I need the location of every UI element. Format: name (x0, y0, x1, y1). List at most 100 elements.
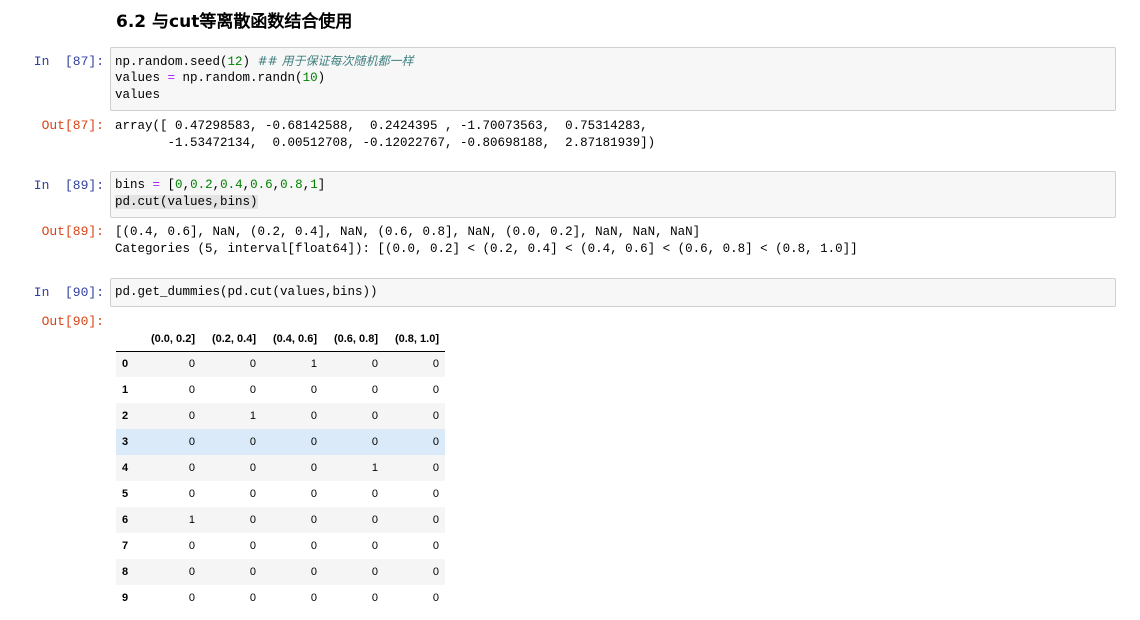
column-header: (0.2, 0.4] (201, 327, 262, 352)
output-line: -1.53472134, 0.00512708, -0.12022767, -0… (115, 136, 656, 150)
out-prompt-87: Out[87]: (41, 118, 104, 133)
table-cell: 1 (310, 358, 317, 371)
highlighted-code: pd.cut(values,bins) (115, 195, 258, 209)
number-token: 0.6 (250, 178, 273, 192)
output-line: [(0.4, 0.6], NaN, (0.2, 0.4], NaN, (0.6,… (115, 225, 701, 239)
table-cell: 0 (249, 358, 256, 371)
code-cell-87[interactable]: np.random.seed(12) ## 用于保证每次随机都一样 values… (110, 47, 1116, 111)
table-cell: 0 (188, 436, 195, 448)
code-token: ) (242, 55, 251, 69)
row-index: 2 (122, 410, 129, 422)
row-index: 6 (122, 514, 129, 526)
row-index: 8 (122, 566, 129, 578)
table-cell: 0 (188, 592, 195, 604)
table-row: 7 0 0 0 0 0 (116, 533, 445, 559)
code-token: bins (115, 178, 153, 192)
table-cell: 0 (432, 462, 439, 474)
table-cell: 0 (432, 514, 439, 526)
number-token: 0.2 (190, 178, 213, 192)
table-cell: 0 (371, 410, 378, 422)
table-cell: 1 (188, 514, 195, 526)
table-cell: 0 (432, 592, 439, 604)
table-row: 5 0 0 0 0 0 (116, 481, 445, 507)
code-line: pd.cut(values,bins) (115, 194, 1111, 211)
table-cell: 0 (432, 384, 439, 396)
table-cell: 0 (188, 462, 195, 474)
row-index: 7 (122, 540, 129, 552)
table-cell: 0 (310, 488, 317, 500)
table-row: 4 0 0 0 1 0 (116, 455, 445, 481)
output-line: Categories (5, interval[float64]): [(0.0… (115, 242, 858, 256)
table-cell: 0 (249, 592, 256, 604)
number-token: 1 (310, 178, 318, 192)
code-line: values (115, 88, 161, 102)
code-cell-89[interactable]: bins = [0,0.2,0.4,0.6,0.8,1] pd.cut(valu… (110, 171, 1116, 218)
table-row: 2 0 1 0 0 0 (116, 403, 445, 429)
table-cell: 0 (371, 540, 378, 552)
table-cell: 0 (249, 566, 256, 578)
table-cell: 0 (310, 566, 317, 578)
table-cell: 0 (249, 462, 256, 474)
table-cell: 1 (249, 410, 256, 422)
table-cell: 0 (432, 566, 439, 578)
table-cell: 0 (310, 410, 317, 422)
number-token: 12 (227, 55, 243, 69)
code-token: ) (317, 71, 326, 85)
table-row: 0 0 0 1 0 0 (116, 351, 445, 377)
column-header: (0.8, 1.0] (384, 327, 445, 352)
operator-token: = (167, 71, 176, 85)
table-cell: 1 (371, 462, 378, 474)
table-cell: 0 (249, 514, 256, 526)
code-line: bins = [0,0.2,0.4,0.6,0.8,1] (115, 177, 1111, 194)
table-cell: 0 (249, 488, 256, 500)
code-token: values (115, 71, 168, 85)
output-87: array([ 0.47298583, -0.68142588, 0.24243… (115, 118, 655, 152)
number-token: 0 (175, 178, 183, 192)
code-line: pd.get_dummies(pd.cut(values,bins)) (115, 285, 378, 299)
table-cell: 0 (310, 384, 317, 396)
table-row: 8 0 0 0 0 0 (116, 559, 445, 585)
table-cell: 0 (188, 384, 195, 396)
code-token: np.random.randn( (175, 71, 303, 85)
table-cell: 0 (310, 514, 317, 526)
table-row: 3 0 0 0 0 0 (116, 429, 445, 455)
table-cell: 0 (432, 540, 439, 552)
table-cell: 0 (432, 358, 439, 371)
out-prompt-90: Out[90]: (41, 314, 104, 329)
in-prompt-90: In [90]: (33, 285, 104, 300)
table-cell: 0 (371, 488, 378, 500)
number-token: 0.8 (280, 178, 303, 192)
table-cell: 0 (249, 540, 256, 552)
table-cell: 0 (188, 488, 195, 500)
table-row: 9 0 0 0 0 0 (116, 585, 445, 611)
table-cell: 0 (188, 566, 195, 578)
table-cell: 0 (432, 436, 439, 448)
comma-token: , (182, 178, 191, 192)
table-header-row: (0.0, 0.2] (0.2, 0.4] (0.4, 0.6] (0.6, 0… (116, 327, 445, 352)
table-cell: 0 (310, 592, 317, 604)
table-cell: 0 (371, 436, 378, 448)
table-cell: 0 (188, 358, 195, 371)
row-index: 1 (122, 384, 129, 396)
code-token: ] (317, 178, 326, 192)
column-header: (0.4, 0.6] (262, 327, 323, 352)
code-cell-90[interactable]: pd.get_dummies(pd.cut(values,bins)) (110, 278, 1116, 307)
row-index: 5 (122, 488, 129, 500)
code-token: np.random.seed( (115, 55, 228, 69)
table-cell: 0 (371, 358, 378, 371)
table-cell: 0 (310, 436, 317, 448)
table-cell: 0 (249, 384, 256, 396)
table-row: 6 1 0 0 0 0 (116, 507, 445, 533)
code-line: values = np.random.randn(10) (115, 70, 1111, 87)
comma-token: , (212, 178, 221, 192)
table-cell: 0 (432, 488, 439, 500)
row-index: 9 (122, 592, 129, 604)
table-cell: 0 (432, 410, 439, 422)
code-comment: ## 用于保证每次随机都一样 (257, 54, 414, 68)
code-line: np.random.seed(12) ## 用于保证每次随机都一样 (115, 53, 1111, 70)
dummies-table: (0.0, 0.2] (0.2, 0.4] (0.4, 0.6] (0.6, 0… (116, 327, 445, 611)
row-index: 3 (122, 436, 129, 448)
row-index: 4 (122, 462, 129, 474)
section-heading: 6.2 与cut等离散函数结合使用 (116, 12, 353, 32)
output-89: [(0.4, 0.6], NaN, (0.2, 0.4], NaN, (0.6,… (115, 224, 858, 258)
